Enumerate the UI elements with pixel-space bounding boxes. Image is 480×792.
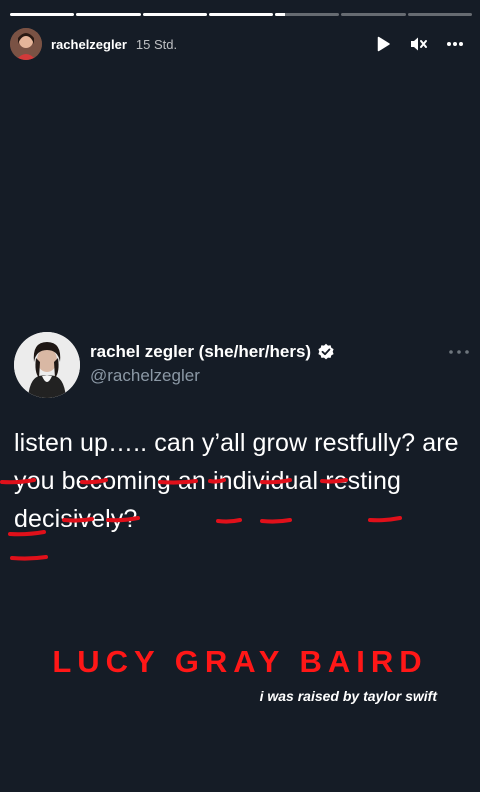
overlay-subtitle: i was raised by taylor swift xyxy=(259,688,437,704)
story-timestamp: 15 Std. xyxy=(135,36,178,52)
tweet-display-name-text: rachel zegler (she/her/hers) xyxy=(90,342,312,361)
story-progress-bar xyxy=(10,13,472,16)
more-horizontal-icon xyxy=(447,42,463,46)
tweet-display-name[interactable]: rachel zegler (she/her/hers) xyxy=(90,342,335,362)
story-progress-segment xyxy=(76,13,141,16)
story-header: rachelzegler 15 Std. xyxy=(10,28,472,60)
story-progress-segment xyxy=(142,13,207,16)
verified-badge-icon xyxy=(318,343,334,360)
red-underline-stroke xyxy=(10,555,48,561)
story-progress-segment xyxy=(407,13,472,16)
tweet-handle[interactable]: @rachelzegler xyxy=(90,366,335,386)
story-progress-segment xyxy=(275,13,340,16)
mute-button[interactable] xyxy=(408,33,430,55)
story-progress-segment xyxy=(341,13,406,16)
story-username[interactable]: rachelzegler xyxy=(51,37,127,52)
play-icon xyxy=(377,36,390,52)
story-progress-segment xyxy=(208,13,274,16)
overlay-title: LUCY GRAY BAIRD xyxy=(52,644,428,679)
story-progress-segment xyxy=(10,13,75,16)
user-avatar[interactable] xyxy=(10,28,42,60)
muted-speaker-icon xyxy=(411,37,427,51)
tweet-card: rachel zegler (she/her/hers) @rachelzegl… xyxy=(0,332,470,561)
more-horizontal-icon xyxy=(449,350,469,354)
tweet-avatar xyxy=(14,332,80,398)
story-more-button[interactable] xyxy=(444,33,466,55)
play-button[interactable] xyxy=(372,33,394,55)
tweet-more-button[interactable] xyxy=(448,342,470,360)
tweet-text: listen up….. can y’all grow restfully? a… xyxy=(14,429,459,533)
